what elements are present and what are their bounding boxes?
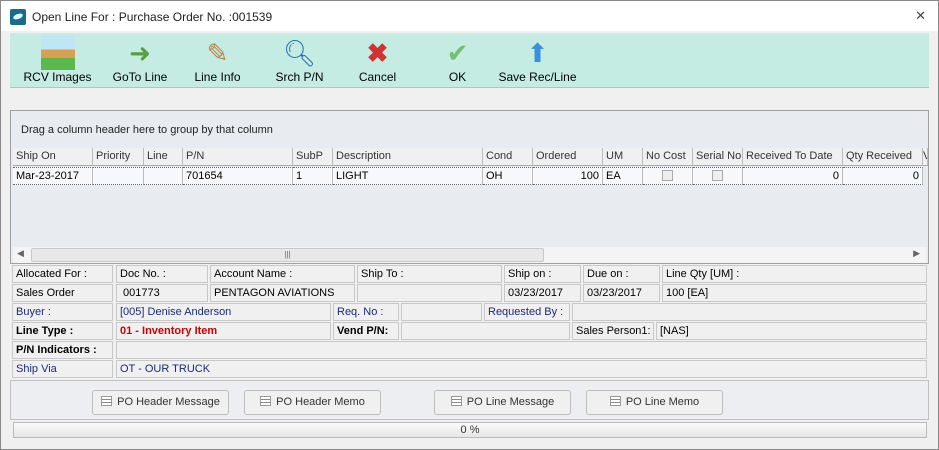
sales-person-value: [NAS]: [656, 322, 927, 340]
cell-serial-no: [693, 167, 743, 185]
sales-person-label: Sales Person1:: [572, 322, 654, 340]
save-rec-line-button[interactable]: ⬆ Save Rec/Line: [495, 33, 580, 88]
column-header-line[interactable]: Line: [144, 148, 183, 166]
horizontal-scrollbar[interactable]: ◀ ||| ▶: [13, 247, 926, 263]
goto-line-button[interactable]: ➜ GoTo Line: [105, 33, 175, 88]
column-header-ship-on[interactable]: Ship On: [13, 148, 93, 166]
column-header-no-cost[interactable]: No Cost: [643, 148, 693, 166]
goto-icon: ➜: [129, 38, 151, 68]
po-header-memo-button[interactable]: PO Header Memo: [244, 390, 381, 415]
doc-no-label: Doc No. :: [116, 265, 208, 283]
column-header-qty-received[interactable]: Qty Received: [843, 148, 923, 166]
vend-pn-value: [401, 322, 570, 340]
column-header-priority[interactable]: Priority: [93, 148, 144, 166]
requested-by-value: [572, 303, 927, 321]
po-header-message-button[interactable]: PO Header Message: [92, 390, 229, 415]
column-header-ordered[interactable]: Ordered: [533, 148, 603, 166]
lines-grid: Drag a column header here to group by th…: [10, 110, 929, 264]
due-on-label: Due on :: [583, 265, 660, 283]
up-arrow-icon: ⬆: [526, 38, 549, 68]
due-on-value: 03/23/2017: [583, 284, 660, 302]
allocated-for-value: Sales Order: [12, 284, 113, 302]
title-bar: Open Line For : Purchase Order No. :0015…: [1, 1, 938, 31]
pn-indicators-value: [116, 341, 927, 359]
req-no-label: Req. No :: [333, 303, 399, 321]
column-header-description[interactable]: Description: [333, 148, 483, 166]
progress-label: 0 %: [460, 424, 480, 436]
ship-to-value: [357, 284, 502, 302]
requested-by-label: Requested By :: [484, 303, 570, 321]
serial-no-checkbox[interactable]: [712, 170, 723, 181]
message-icon: [609, 396, 621, 406]
rcv-images-button[interactable]: RCV Images: [20, 33, 95, 88]
line-info-button[interactable]: ✎ Line Info: [185, 33, 250, 88]
scroll-left-icon[interactable]: ◀: [17, 248, 24, 259]
cell-subp[interactable]: 1: [293, 167, 333, 185]
account-name-label: Account Name :: [210, 265, 355, 283]
column-header-received-to-date[interactable]: Received To Date: [743, 148, 843, 166]
magnifier-icon: 🔍︎: [282, 38, 316, 68]
scroll-right-icon[interactable]: ▶: [913, 248, 920, 259]
po-line-message-button[interactable]: PO Line Message: [434, 390, 571, 415]
cell-priority[interactable]: [93, 167, 144, 185]
cell-qty-received[interactable]: 0: [843, 167, 923, 185]
message-icon: [101, 396, 113, 406]
line-type-label: Line Type :: [12, 322, 113, 340]
cell-description[interactable]: LIGHT: [333, 167, 483, 185]
cell-received-to-date[interactable]: 0: [743, 167, 843, 185]
search-pn-button[interactable]: 🔍︎ Srch P/N: [267, 33, 332, 88]
x-icon: ✖: [366, 38, 389, 68]
toolbar: RCV Images ➜ GoTo Line ✎ Line Info 🔍︎ Srch …: [10, 33, 929, 88]
line-qty-value: 100 [EA]: [662, 284, 927, 302]
images-icon: [40, 36, 75, 70]
req-no-value: [401, 303, 482, 321]
group-by-hint: Drag a column header here to group by th…: [21, 124, 273, 136]
column-header-serial-no[interactable]: Serial No.: [693, 148, 743, 166]
cell-ship-on[interactable]: Mar-23-2017: [13, 167, 93, 185]
cell-line[interactable]: [144, 167, 183, 185]
message-icon: [450, 396, 462, 406]
vend-pn-label: Vend P/N:: [333, 322, 399, 340]
column-header-um[interactable]: UM: [603, 148, 643, 166]
notepad-icon: ✎: [206, 38, 229, 68]
scrollbar-thumb[interactable]: |||: [31, 248, 544, 262]
dialog-window: Open Line For : Purchase Order No. :0015…: [0, 0, 939, 450]
window-title: Open Line For : Purchase Order No. :0015…: [32, 10, 273, 24]
pn-indicators-label: P/N Indicators :: [12, 341, 113, 359]
ship-via-label: Ship Via: [12, 360, 113, 378]
cell-cond[interactable]: OH: [483, 167, 533, 185]
po-line-memo-button[interactable]: PO Line Memo: [586, 390, 723, 415]
line-type-value: 01 - Inventory Item: [116, 322, 331, 340]
check-icon: ✔: [446, 38, 469, 68]
cell-um[interactable]: EA: [603, 167, 643, 185]
close-icon[interactable]: ✕: [915, 8, 926, 24]
ship-via-value: OT - OUR TRUCK: [116, 360, 927, 378]
line-qty-label: Line Qty [UM] :: [662, 265, 927, 283]
app-icon: [10, 9, 26, 25]
cell-ordered[interactable]: 100: [533, 167, 603, 185]
buyer-label: Buyer :: [12, 303, 113, 321]
buyer-value: [005] Denise Anderson: [116, 303, 331, 321]
no-cost-checkbox[interactable]: [662, 170, 673, 181]
account-name-value: PENTAGON AVIATIONS: [210, 284, 355, 302]
doc-no-value: 001773: [116, 284, 208, 302]
ship-to-label: Ship To :: [357, 265, 502, 283]
column-header-subp[interactable]: SubP: [293, 148, 333, 166]
progress-bar: 0 %: [13, 422, 927, 438]
message-icon: [260, 396, 272, 406]
memo-buttons-panel: PO Header Message PO Header Memo PO Line…: [10, 380, 929, 420]
cell-no-cost: [643, 167, 693, 185]
ship-on-value: 03/23/2017: [504, 284, 581, 302]
column-header-cond[interactable]: Cond: [483, 148, 533, 166]
allocated-for-label: Allocated For :: [12, 265, 113, 283]
cell-pn[interactable]: 701654: [183, 167, 293, 185]
ok-button[interactable]: ✔ OK: [435, 33, 480, 88]
ship-on-label: Ship on :: [504, 265, 581, 283]
column-header-v[interactable]: V: [923, 148, 928, 166]
column-header-pn[interactable]: P/N: [183, 148, 293, 166]
cancel-button[interactable]: ✖ Cancel: [350, 33, 405, 88]
